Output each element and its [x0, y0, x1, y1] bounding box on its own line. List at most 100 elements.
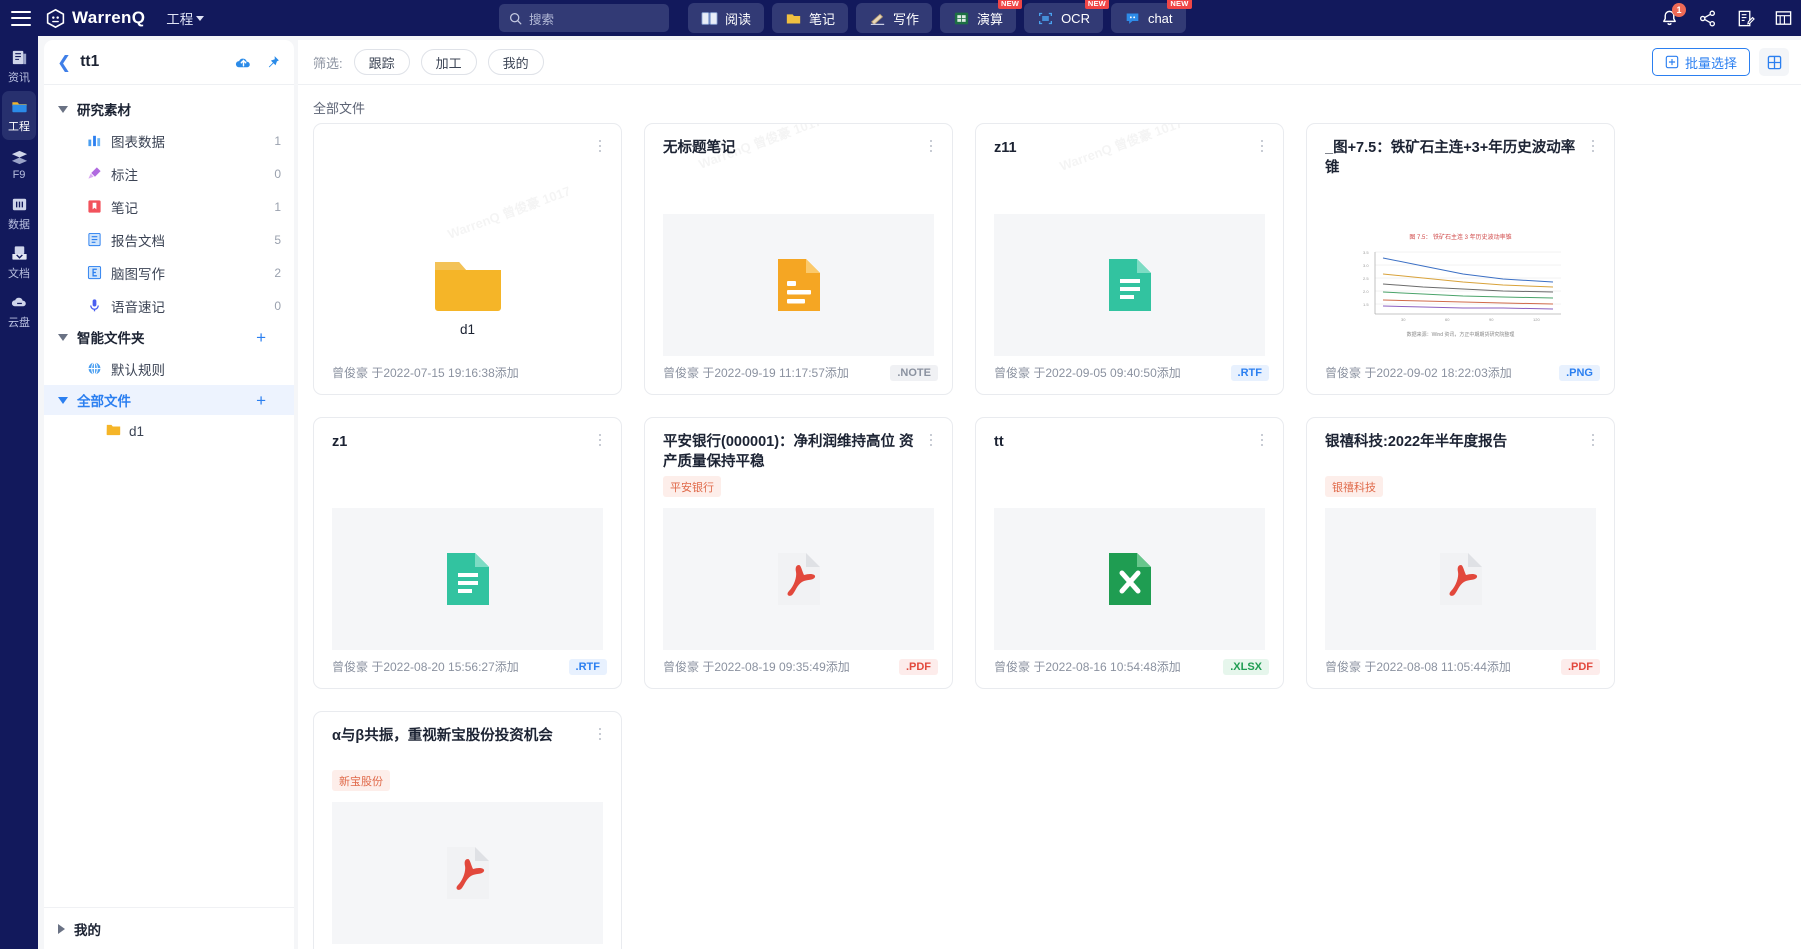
cloud-upload-icon[interactable]	[234, 53, 253, 72]
tree-item-voice-memo-count: 0	[274, 298, 281, 313]
notebook-icon	[786, 13, 801, 23]
rail-item-data-label: 数据	[8, 219, 30, 231]
tree-group-research-materials-label: 研究素材	[77, 103, 131, 118]
card-thumbnail	[994, 214, 1265, 356]
tab-calculation[interactable]: 演算 NEW	[940, 0, 1023, 33]
file-card-tt[interactable]: tt WarrenQ 曾俊豪 1017 曾俊豪 于2022-08-16 10:5…	[975, 417, 1284, 689]
filter-chip-mine[interactable]: 我的	[487, 49, 544, 75]
card-thumbnail: 图 7.5： 铁矿石主连 3 年历史波动率锥 3.5 3.0 2.5 2.0 1…	[1325, 214, 1596, 356]
tree-item-annotation[interactable]: 标注 0	[44, 157, 294, 190]
grid-view-icon	[1767, 55, 1781, 69]
filter-bar: 筛选: 跟踪 加工 我的 批量选择	[298, 40, 1801, 85]
tree-group-all-files[interactable]: 全部文件 +	[44, 385, 294, 415]
card-more-menu-icon[interactable]	[593, 432, 607, 448]
report-doc-icon	[86, 232, 102, 248]
tree-item-notes[interactable]: 笔记 1	[44, 190, 294, 223]
file-card-z11[interactable]: z11 WarrenQ 曾俊豪 1017 曾俊豪 于2022-09-05 09:…	[975, 123, 1284, 395]
card-footer-text: 曾俊豪 于2022-07-15 19:16:38添加	[332, 366, 519, 380]
grid-view-button[interactable]	[1759, 48, 1789, 76]
card-more-menu-icon[interactable]	[1586, 432, 1600, 448]
batch-select-button[interactable]: 批量选择	[1651, 48, 1750, 76]
card-more-menu-icon[interactable]	[593, 726, 607, 742]
tree-item-mindmap-writing[interactable]: 脑图写作 2	[44, 256, 294, 289]
card-more-menu-icon[interactable]	[593, 138, 607, 154]
card-more-menu-icon[interactable]	[924, 138, 938, 154]
chart-thumbnail-title: 图 7.5： 铁矿石主连 3 年历史波动率锥	[1409, 235, 1512, 241]
card-tag-badge: 银禧科技	[1325, 476, 1383, 497]
brand-logo[interactable]: WarrenQ	[45, 8, 145, 29]
pin-icon[interactable]	[264, 54, 281, 71]
file-card-pingan-bank[interactable]: 平安银行(000001)：净利润维持高位 资产质量保持平稳 平安银行 曾俊豪 于…	[644, 417, 953, 689]
folder-name: d1	[459, 322, 476, 337]
tab-chat[interactable]: chat NEW	[1110, 0, 1192, 33]
tree-sub-folder-d1[interactable]: d1	[44, 415, 294, 448]
tree-group-mine[interactable]: 我的	[44, 907, 294, 949]
file-extension-badge: .NOTE	[890, 364, 938, 381]
tree-group-smart-folder[interactable]: 智能文件夹 +	[44, 322, 294, 352]
card-thumbnail	[663, 508, 934, 650]
file-card-z1[interactable]: z1 WarrenQ 曾俊豪 1017 曾俊豪 于2022-08-20 15:5…	[313, 417, 622, 689]
file-card-iron-ore-volatility-cone[interactable]: _图+7.5：铁矿石主连+3+年历史波动率锥 图 7.5： 铁矿石主连 3 年历…	[1306, 123, 1615, 395]
search-input[interactable]: 搜索	[499, 4, 669, 32]
file-card-alpha-beta-resonance[interactable]: α与β共振，重视新宝股份投资机会 新宝股份	[313, 711, 622, 949]
rail-item-clouddisk[interactable]: 云盘	[0, 287, 38, 336]
news-icon	[12, 50, 26, 65]
tree-item-chart-data[interactable]: 图表数据 1	[44, 124, 294, 157]
card-title: α与β共振，重视新宝股份投资机会	[332, 728, 553, 744]
notification-count-badge: 1	[1672, 2, 1686, 17]
notification-bell-button[interactable]: 1	[1660, 2, 1686, 28]
tree-item-voice-memo-label: 语音速记	[111, 299, 165, 315]
file-card-yinxi-tech[interactable]: 银禧科技:2022年半年度报告 银禧科技 曾俊豪 于2022-08-08 11:…	[1306, 417, 1615, 689]
project-selector[interactable]: 工程	[166, 8, 205, 28]
filter-chip-process[interactable]: 加工	[420, 49, 477, 75]
tab-writing-label: 写作	[893, 11, 920, 27]
menu-hamburger-icon[interactable]	[11, 10, 31, 26]
card-more-menu-icon[interactable]	[924, 432, 938, 448]
database-icon	[12, 198, 26, 211]
tab-ocr[interactable]: OCR NEW	[1024, 0, 1109, 33]
file-card-folder-d1[interactable]: WarrenQ 曾俊豪 1017 d1 曾俊豪 于2022-07-15 19:1…	[313, 123, 622, 395]
card-footer: 曾俊豪 于2022-07-15 19:16:38添加	[332, 364, 607, 381]
file-card-untitled-note[interactable]: 无标题笔记 WarrenQ 曾俊豪 1017 曾俊豪 于2022-09-19 1…	[644, 123, 953, 395]
left-icon-rail: 资讯 工程 F9 数据 文档 云盘	[0, 36, 38, 949]
rail-item-document[interactable]: 文档	[0, 238, 38, 287]
card-more-menu-icon[interactable]	[1586, 138, 1600, 154]
rail-item-news[interactable]: 资讯	[0, 42, 38, 91]
rail-item-data[interactable]: 数据	[0, 189, 38, 238]
rtf-teal-icon	[1108, 259, 1151, 311]
share-button[interactable]	[1698, 9, 1717, 28]
tree-group-research-materials[interactable]: 研究素材	[44, 94, 294, 124]
chevron-left-icon[interactable]: ❮	[57, 54, 71, 71]
tab-writing[interactable]: 写作	[856, 3, 933, 33]
card-more-menu-icon[interactable]	[1255, 138, 1269, 154]
note-edit-button[interactable]	[1736, 9, 1755, 28]
rail-item-project-label: 工程	[8, 121, 30, 133]
add-smart-folder-button[interactable]: +	[256, 329, 266, 346]
tab-notes[interactable]: 笔记	[772, 3, 849, 33]
file-extension-badge: .PNG	[1559, 364, 1600, 381]
tree-item-default-rule[interactable]: 默认规则	[44, 352, 294, 385]
file-card-grid: WarrenQ 曾俊豪 1017 d1 曾俊豪 于2022-07-15 19:1…	[298, 123, 1801, 949]
add-file-button[interactable]: +	[256, 392, 266, 409]
chevron-down-icon	[196, 15, 205, 21]
card-footer-text: 曾俊豪 于2022-08-20 15:56:27添加	[332, 660, 519, 674]
tree-item-voice-memo[interactable]: 语音速记 0	[44, 289, 294, 322]
tab-chat-label: chat	[1147, 10, 1173, 26]
card-more-menu-icon[interactable]	[1255, 432, 1269, 448]
svg-text:90: 90	[1489, 317, 1494, 322]
admin-button[interactable]	[1774, 9, 1793, 28]
top-nav-tabs: 阅读 笔记 写作 演算 NEW OCR NEW chat NEW	[688, 0, 1192, 33]
top-right-actions: 1	[1660, 0, 1793, 36]
spreadsheet-icon	[954, 12, 969, 24]
tree-item-report-doc[interactable]: 报告文档 5	[44, 223, 294, 256]
folder-project-icon	[11, 102, 27, 113]
search-placeholder: 搜索	[529, 12, 555, 27]
left-folder-panel: ❮ tt1 研究素材 图表数据 1 标注 0 笔记 1 报告文档 5 脑图写作 …	[44, 40, 294, 949]
filter-chip-track[interactable]: 跟踪	[353, 49, 410, 75]
card-footer-text: 曾俊豪 于2022-08-16 10:54:48添加	[994, 660, 1181, 674]
rail-item-project[interactable]: 工程	[2, 91, 36, 140]
tab-reading[interactable]: 阅读	[688, 3, 765, 33]
rail-item-clouddisk-label: 云盘	[8, 317, 30, 329]
svg-text:2.5: 2.5	[1363, 276, 1369, 281]
rail-item-f9[interactable]: F9	[0, 140, 38, 189]
